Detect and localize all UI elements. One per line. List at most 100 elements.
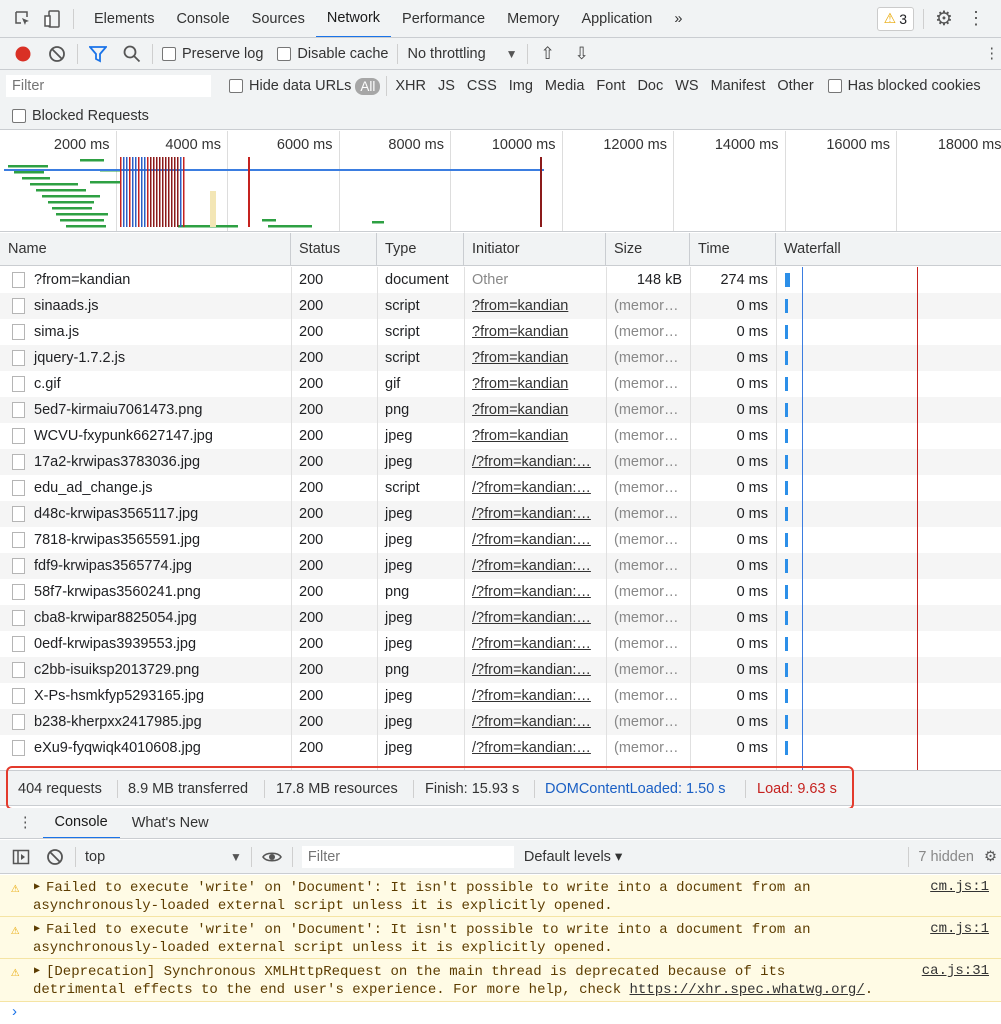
tab-performance[interactable]: Performance (391, 0, 496, 37)
request-initiator[interactable]: /?from=kandian:… (464, 709, 606, 735)
filter-type-media[interactable]: Media (539, 78, 591, 94)
request-initiator[interactable]: /?from=kandian:… (464, 449, 606, 475)
throttling-select[interactable]: No throttling (407, 46, 485, 62)
filter-type-ws[interactable]: WS (669, 78, 704, 94)
table-row[interactable]: c.gif 200 gif ?from=kandian (memory… 0 ms (0, 371, 1001, 397)
more-options-icon[interactable]: ⋮ (965, 8, 987, 30)
table-row[interactable]: jquery-1.7.2.js 200 script ?from=kandian (me… (0, 345, 1001, 371)
table-row[interactable]: 7818-krwipas3565591.jpg 200 jpeg /?from=kan… (0, 527, 1001, 553)
tab-console[interactable]: Console (165, 0, 240, 37)
column-header-size[interactable]: Size (606, 233, 690, 266)
request-initiator[interactable]: /?from=kandian:… (464, 631, 606, 657)
request-initiator[interactable]: /?from=kandian:… (464, 735, 606, 761)
live-expression-eye-icon[interactable] (261, 846, 283, 868)
more-tabs-button[interactable]: » (663, 0, 693, 37)
column-header-time[interactable]: Time (690, 233, 776, 266)
table-row[interactable]: 17a2-krwipas3783036.jpg 200 jpeg /?from=kan… (0, 449, 1001, 475)
filter-type-other[interactable]: Other (771, 78, 819, 94)
request-initiator[interactable]: ?from=kandian (464, 397, 606, 423)
column-header-status[interactable]: Status (291, 233, 377, 266)
request-initiator[interactable]: /?from=kandian:… (464, 657, 606, 683)
table-row[interactable]: edu_ad_change.js 200 script /?from=kandian:… (0, 475, 1001, 501)
clear-console-icon[interactable] (44, 846, 66, 868)
table-row[interactable]: ?from=kandian 200 document Other 148 kB 274 m… (0, 267, 1001, 293)
table-row[interactable]: sima.js 200 script ?from=kandian (memory… 0 m… (0, 319, 1001, 345)
filter-type-all[interactable]: All (355, 77, 381, 95)
column-header-type[interactable]: Type (377, 233, 464, 266)
console-warning-message[interactable]: ⚠ ▶ Failed to execute 'write' on 'Document… (0, 875, 1001, 917)
filter-type-doc[interactable]: Doc (631, 78, 669, 94)
request-initiator[interactable]: /?from=kandian:… (464, 605, 606, 631)
export-har-icon[interactable]: ⇩ (571, 43, 593, 65)
message-source-link[interactable]: ca.js:31 (922, 963, 989, 979)
table-row[interactable]: sinaads.js 200 script ?from=kandian (memory…… (0, 293, 1001, 319)
request-initiator[interactable]: /?from=kandian:… (464, 501, 606, 527)
context-select[interactable]: top (85, 849, 230, 865)
search-icon[interactable] (121, 43, 143, 65)
console-warning-message[interactable]: ⚠ ▶ Failed to execute 'write' on 'Document… (0, 917, 1001, 959)
clear-icon[interactable] (46, 43, 68, 65)
request-initiator[interactable]: ?from=kandian (464, 345, 606, 371)
table-row[interactable]: c2bb-isuiksp2013729.png 200 png /?from=kand… (0, 657, 1001, 683)
table-row[interactable]: WCVU-fxypunk6627147.jpg 200 jpeg ?from=kand… (0, 423, 1001, 449)
settings-gear-icon[interactable]: ⚙ (933, 8, 955, 30)
tab-network[interactable]: Network (315, 0, 392, 37)
table-row[interactable]: X-Ps-hsmkfyp5293165.jpg 200 jpeg /?from=kan… (0, 683, 1001, 709)
message-source-link[interactable]: cm.js:1 (930, 921, 989, 937)
network-overview[interactable]: 2000 ms 4000 ms 6000 ms 8000 ms 10000 ms 1200… (0, 131, 1001, 232)
more-options-icon[interactable]: ⋮ (985, 46, 1000, 62)
drawer-tab-console[interactable]: Console (42, 808, 120, 838)
table-row[interactable]: 58f7-krwipas3560241.png 200 png /?from=kand… (0, 579, 1001, 605)
device-toolbar-icon[interactable] (42, 8, 64, 30)
disable-cache-checkbox[interactable] (277, 46, 292, 61)
console-warning-message[interactable]: ⚠ ▶ [Deprecation] Synchronous XMLHttpReque… (0, 959, 1001, 1002)
filter-input[interactable] (6, 75, 211, 97)
table-row[interactable]: 0edf-krwipas3939553.jpg 200 jpeg /?from=kan… (0, 631, 1001, 657)
table-row[interactable]: eXu9-fyqwiqk4010608.jpg 200 jpeg /?from=kan… (0, 735, 1001, 761)
filter-type-manifest[interactable]: Manifest (705, 78, 772, 94)
column-header-initiator[interactable]: Initiator (464, 233, 606, 266)
table-row[interactable]: 5ed7-kirmaiu7061473.png 200 png ?from=kandi… (0, 397, 1001, 423)
request-initiator[interactable]: ?from=kandian (464, 319, 606, 345)
tab-memory[interactable]: Memory (496, 0, 570, 37)
import-har-icon[interactable]: ⇧ (537, 43, 559, 65)
table-row[interactable]: d48c-krwipas3565117.jpg 200 jpeg /?from=kan… (0, 501, 1001, 527)
hide-data-urls-checkbox[interactable] (229, 79, 243, 93)
console-filter-input[interactable] (301, 845, 514, 868)
request-initiator[interactable]: /?from=kandian:… (464, 683, 606, 709)
warnings-badge[interactable]: ⚠ 3 (876, 6, 914, 31)
preserve-log-checkbox[interactable] (162, 46, 176, 61)
filter-type-font[interactable]: Font (590, 78, 631, 94)
blocked-requests-checkbox[interactable] (12, 108, 26, 123)
column-header-name[interactable]: Name (0, 233, 291, 266)
log-levels-dropdown[interactable]: Default levels ▾ (524, 849, 622, 865)
message-source-link[interactable]: cm.js:1 (930, 879, 989, 895)
filter-type-xhr[interactable]: XHR (389, 78, 432, 94)
console-prompt-icon[interactable]: › (12, 1003, 17, 1020)
record-icon[interactable] (12, 43, 34, 65)
request-initiator[interactable]: /?from=kandian:… (464, 553, 606, 579)
request-initiator[interactable]: /?from=kandian:… (464, 475, 606, 501)
tab-sources[interactable]: Sources (241, 0, 316, 37)
request-initiator[interactable]: ?from=kandian (464, 293, 606, 319)
chevron-down-icon[interactable]: ▼ (506, 47, 518, 61)
console-settings-icon[interactable]: ⚙ (984, 849, 997, 865)
has-blocked-cookies-checkbox[interactable] (827, 79, 842, 93)
inspect-element-icon[interactable] (12, 8, 34, 30)
request-initiator[interactable]: ?from=kandian (464, 423, 606, 449)
message-link[interactable]: https://xhr.spec.whatwg.org/ (630, 982, 865, 998)
filter-type-img[interactable]: Img (503, 78, 539, 94)
table-row[interactable]: fdf9-krwipas3565774.jpg 200 jpeg /?from=kan… (0, 553, 1001, 579)
request-initiator[interactable]: /?from=kandian:… (464, 579, 606, 605)
filter-type-css[interactable]: CSS (461, 78, 503, 94)
drawer-tab-whats-new[interactable]: What's New (120, 808, 221, 838)
filter-type-js[interactable]: JS (432, 78, 461, 94)
console-sidebar-icon[interactable] (10, 846, 32, 868)
table-row[interactable]: cba8-krwipar8825054.jpg 200 jpeg /?from=kan… (0, 605, 1001, 631)
request-initiator[interactable]: ?from=kandian (464, 371, 606, 397)
chevron-down-icon[interactable]: ▼ (230, 850, 242, 864)
table-row[interactable]: b238-kherpxx2417985.jpg 200 jpeg /?from=kan… (0, 709, 1001, 735)
tab-elements[interactable]: Elements (83, 0, 165, 37)
request-initiator[interactable]: /?from=kandian:… (464, 527, 606, 553)
drawer-menu-icon[interactable]: ⋮ (18, 815, 33, 831)
